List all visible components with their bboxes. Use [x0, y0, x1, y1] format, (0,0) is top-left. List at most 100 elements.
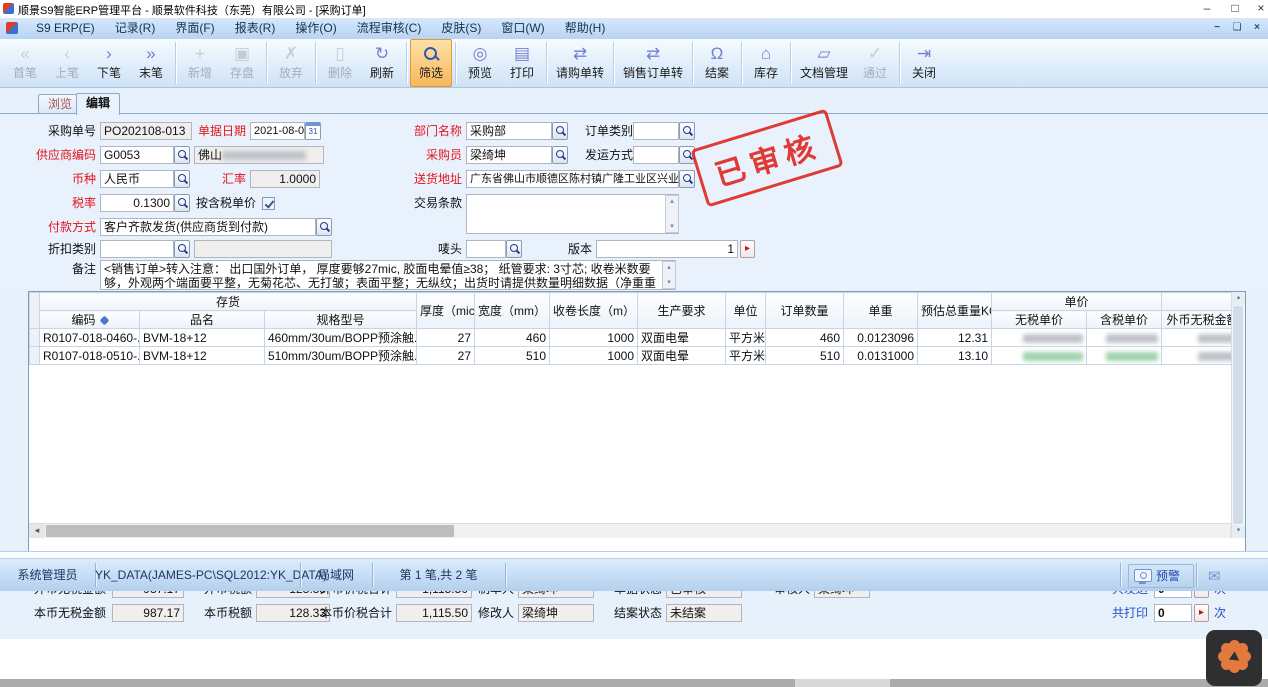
currency-field[interactable]: 人民币: [100, 170, 174, 188]
cell-price-excl[interactable]: [992, 329, 1087, 347]
menu-item-0[interactable]: S9 ERP(E): [26, 18, 105, 39]
minimize-button[interactable]: –: [1196, 0, 1218, 17]
scroll-down-icon[interactable]: ▾: [1232, 525, 1245, 538]
tab-edit[interactable]: 编辑: [76, 93, 120, 115]
department-lookup-button[interactable]: [552, 122, 568, 140]
cell-spec[interactable]: 460mm/30um/BOPP预涂触...: [265, 329, 417, 347]
toolbar-button-next[interactable]: ›下笔: [88, 39, 130, 87]
scroll-down-icon[interactable]: ▾: [666, 222, 678, 231]
cell-unit[interactable]: 平方米: [726, 347, 766, 365]
toolbar-button-refresh[interactable]: ↻刷新: [361, 39, 403, 87]
version-spin-button[interactable]: ▸: [740, 240, 755, 258]
menu-item-5[interactable]: 流程审核(C): [347, 18, 432, 39]
row-indicator[interactable]: [30, 347, 40, 365]
vertical-scrollbar[interactable]: ▴ ▾: [1231, 292, 1245, 538]
maximize-button[interactable]: □: [1224, 0, 1246, 17]
toolbar-button-preview[interactable]: ◎预览: [459, 39, 501, 87]
cell-eweight[interactable]: 13.10: [918, 347, 992, 365]
menu-item-7[interactable]: 窗口(W): [491, 18, 554, 39]
tax-rate-field[interactable]: 0.1300: [100, 194, 174, 212]
cell-spec[interactable]: 510mm/30um/BOPP预涂触...: [265, 347, 417, 365]
mdi-close-button[interactable]: ×: [1248, 21, 1266, 35]
menu-item-4[interactable]: 操作(O): [285, 18, 346, 39]
cell-prod[interactable]: 双面电晕: [638, 329, 726, 347]
mdi-minimize-button[interactable]: −: [1208, 21, 1226, 35]
shipping-mark-field[interactable]: [466, 240, 506, 258]
toolbar-button-print[interactable]: ▤打印: [501, 39, 543, 87]
menu-item-2[interactable]: 界面(F): [165, 18, 224, 39]
supplier-lookup-button[interactable]: [174, 146, 190, 164]
trade-terms-field[interactable]: [466, 194, 679, 234]
cell-code[interactable]: R0107-018-0510-...: [40, 347, 140, 365]
toolbar-button-document-management[interactable]: ▱文档管理: [794, 39, 854, 87]
tax-included-checkbox[interactable]: [262, 197, 275, 210]
envelope-icon[interactable]: ✉: [1208, 567, 1221, 585]
cell-uweight[interactable]: 0.0123096: [844, 329, 918, 347]
cell-price-excl[interactable]: [992, 347, 1087, 365]
trade-terms-scrollbar[interactable]: ▴▾: [665, 195, 679, 233]
tax-rate-lookup-button[interactable]: [174, 194, 190, 212]
scroll-up-icon[interactable]: ▴: [663, 263, 675, 272]
alert-button[interactable]: 预警: [1128, 564, 1194, 588]
horizontal-scroll-thumb[interactable]: [46, 525, 454, 537]
menu-item-6[interactable]: 皮肤(S): [431, 18, 491, 39]
mdi-restore-button[interactable]: ❏: [1228, 21, 1246, 35]
order-type-field[interactable]: [633, 122, 679, 140]
scroll-down-icon[interactable]: ▾: [663, 278, 675, 287]
delivery-address-field[interactable]: 广东省佛山市顺德区陈村镇广隆工业区兴业八路9号之一: [466, 170, 679, 188]
remark-field[interactable]: <销售订单>转入注意： 出口国外订单， 厚度要够27mic, 胶面电晕值≥38；…: [100, 260, 676, 290]
close-button[interactable]: ×: [1250, 0, 1268, 17]
cell-code[interactable]: R0107-018-0460-...: [40, 329, 140, 347]
screen-recorder-overlay-icon[interactable]: [1206, 630, 1262, 686]
cell-uweight[interactable]: 0.0131000: [844, 347, 918, 365]
department-field[interactable]: 采购部: [466, 122, 552, 140]
cell-width[interactable]: 460: [475, 329, 550, 347]
menu-item-8[interactable]: 帮助(H): [555, 18, 616, 39]
cell-width[interactable]: 510: [475, 347, 550, 365]
menu-item-1[interactable]: 记录(R): [105, 18, 166, 39]
cell-eweight[interactable]: 12.31: [918, 329, 992, 347]
buyer-field[interactable]: 梁绮坤: [466, 146, 552, 164]
print-count-spin-button[interactable]: ▸: [1194, 604, 1209, 622]
delivery-address-lookup-button[interactable]: [679, 170, 695, 188]
cell-qty[interactable]: 460: [766, 329, 844, 347]
scroll-left-icon[interactable]: ◂: [29, 524, 45, 538]
cell-name[interactable]: BVM-18+12: [140, 329, 265, 347]
cell-price-incl[interactable]: [1087, 347, 1162, 365]
toolbar-button-close-case[interactable]: Ω结案: [696, 39, 738, 87]
remark-scrollbar[interactable]: ▴▾: [662, 261, 676, 289]
cell-length[interactable]: 1000: [550, 329, 638, 347]
order-type-lookup-button[interactable]: [679, 122, 695, 140]
scroll-up-icon[interactable]: ▴: [666, 197, 678, 206]
cell-thickness[interactable]: 27: [417, 329, 475, 347]
discount-type-field[interactable]: [100, 240, 174, 258]
discount-type-lookup-button[interactable]: [174, 240, 190, 258]
payment-method-lookup-button[interactable]: [316, 218, 332, 236]
toolbar-button-filter[interactable]: 筛选: [410, 39, 452, 87]
scroll-up-icon[interactable]: ▴: [1232, 292, 1245, 305]
cell-length[interactable]: 1000: [550, 347, 638, 365]
toolbar-button-inventory[interactable]: ⌂库存: [745, 39, 787, 87]
calendar-icon[interactable]: 31: [305, 122, 321, 140]
cell-name[interactable]: BVM-18+12: [140, 347, 265, 365]
vertical-scroll-thumb[interactable]: [1233, 306, 1243, 524]
shipping-mark-lookup-button[interactable]: [506, 240, 522, 258]
toolbar-button-transfer-purchase-request[interactable]: ⇄请购单转: [550, 39, 610, 87]
supplier-code-field[interactable]: G0053: [100, 146, 174, 164]
doc-date-field[interactable]: 2021-08-04: [250, 122, 305, 140]
version-field[interactable]: 1: [596, 240, 738, 258]
currency-lookup-button[interactable]: [174, 170, 190, 188]
row-indicator[interactable]: [30, 329, 40, 347]
cell-price-incl[interactable]: [1087, 329, 1162, 347]
cell-qty[interactable]: 510: [766, 347, 844, 365]
cell-thickness[interactable]: 27: [417, 347, 475, 365]
ship-method-field[interactable]: [633, 146, 679, 164]
buyer-lookup-button[interactable]: [552, 146, 568, 164]
menu-item-3[interactable]: 报表(R): [225, 18, 286, 39]
toolbar-button-last[interactable]: »末笔: [130, 39, 172, 87]
cell-prod[interactable]: 双面电晕: [638, 347, 726, 365]
toolbar-button-transfer-sales-order[interactable]: ⇄销售订单转: [617, 39, 689, 87]
payment-method-field[interactable]: 客户齐款发货(供应商货到付款): [100, 218, 316, 236]
cell-unit[interactable]: 平方米: [726, 329, 766, 347]
print-count-value[interactable]: 0: [1154, 604, 1192, 622]
